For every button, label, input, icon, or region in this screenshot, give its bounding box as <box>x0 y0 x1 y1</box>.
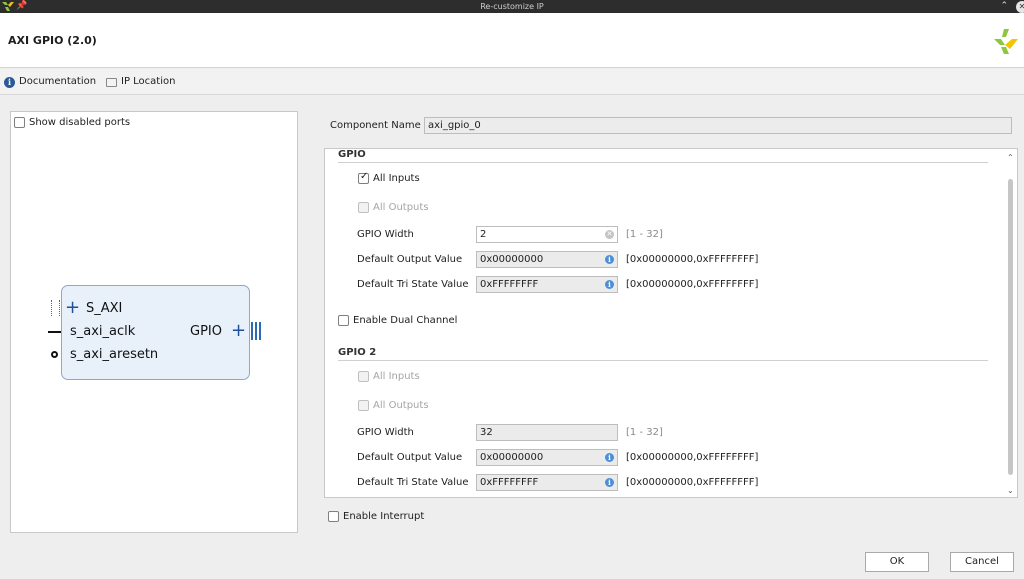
component-name-label: Component Name <box>330 120 421 131</box>
show-disabled-ports-option[interactable]: Show disabled ports <box>14 117 130 128</box>
gpio2-all-inputs-checkbox <box>358 371 369 382</box>
gpio2-default-output-value: 0x00000000 <box>480 452 544 463</box>
enable-interrupt-checkbox[interactable] <box>328 511 339 522</box>
window-title: Re-customize IP <box>480 2 544 11</box>
gpio2-width-value: 32 <box>480 427 493 438</box>
ok-button[interactable]: OK <box>865 552 929 572</box>
collapse-chevron-icon[interactable]: ⌃ <box>1000 0 1008 13</box>
port-gpio: GPIO <box>190 324 222 339</box>
gpio2-default-output-range: [0x00000000,0xFFFFFFFF] <box>626 452 759 463</box>
gpio-width-range: [1 - 32] <box>626 229 663 240</box>
gpio-width-field[interactable]: 2 ✕ <box>476 226 618 243</box>
gpio2-default-tri-range: [0x00000000,0xFFFFFFFF] <box>626 477 759 488</box>
toolbar: i Documentation IP Location <box>0 69 1024 95</box>
info-icon[interactable]: i <box>605 280 614 289</box>
gpio-all-inputs-checkbox[interactable] <box>358 171 369 184</box>
cancel-button[interactable]: Cancel <box>950 552 1014 572</box>
gpio2-all-outputs-checkbox <box>358 400 369 411</box>
ip-location-button[interactable]: IP Location <box>106 75 175 89</box>
gpio-default-output-value: 0x00000000 <box>480 254 544 265</box>
enable-dual-channel-option[interactable]: Enable Dual Channel <box>338 315 457 326</box>
gpio2-all-inputs-label: All Inputs <box>373 371 420 382</box>
gpio-expand-plus-icon[interactable]: + <box>231 322 246 340</box>
gpio-section-divider <box>338 162 988 163</box>
documentation-label: Documentation <box>19 76 97 87</box>
info-icon: i <box>4 76 15 88</box>
gpio2-width-range: [1 - 32] <box>626 427 663 438</box>
gpio2-width-field: 32 <box>476 424 618 441</box>
gpio-default-output-field[interactable]: 0x00000000 i <box>476 251 618 268</box>
gpio-width-label: GPIO Width <box>357 229 414 240</box>
gpio2-all-outputs-label: All Outputs <box>373 400 429 411</box>
enable-dual-channel-checkbox[interactable] <box>338 315 349 326</box>
window-titlebar: 📌 Re-customize IP ⌃ ✕ <box>0 0 1024 13</box>
config-scrollbar[interactable]: ⌃ ⌄ <box>1007 153 1015 495</box>
enable-interrupt-label: Enable Interrupt <box>343 511 425 522</box>
scrollbar-thumb[interactable] <box>1008 179 1013 475</box>
gpio-default-tri-field[interactable]: 0xFFFFFFFF i <box>476 276 618 293</box>
gpio-config-panel: GPIO All Inputs All Outputs GPIO Width 2… <box>324 148 1018 498</box>
gpio-default-tri-label: Default Tri State Value <box>357 279 469 290</box>
ip-title: AXI GPIO (2.0) <box>8 34 97 47</box>
port-s-axi-aclk: s_axi_aclk <box>70 324 136 339</box>
gpio-width-value: 2 <box>480 229 487 240</box>
documentation-menu[interactable]: i Documentation <box>4 75 96 89</box>
gpio2-default-output-field[interactable]: 0x00000000 i <box>476 449 618 466</box>
close-window-button[interactable]: ✕ <box>1016 1 1024 13</box>
component-name-field[interactable]: axi_gpio_0 <box>424 117 1012 134</box>
gpio-all-inputs-option[interactable]: All Inputs <box>358 171 420 184</box>
gpio-all-outputs-checkbox <box>358 202 369 213</box>
port-s-axi-aresetn: s_axi_aresetn <box>70 347 159 362</box>
show-disabled-ports-checkbox[interactable] <box>14 117 25 128</box>
gpio2-default-output-label: Default Output Value <box>357 452 463 463</box>
gpio2-default-tri-label: Default Tri State Value <box>357 477 469 488</box>
folder-icon <box>106 77 117 87</box>
s-axi-aclk-port-stub <box>48 331 62 333</box>
gpio-section-title: GPIO <box>338 149 366 160</box>
gpio-bus-port-stub <box>251 322 261 340</box>
gpio2-default-tri-value: 0xFFFFFFFF <box>480 477 539 488</box>
gpio-all-outputs-option: All Outputs <box>358 202 429 213</box>
ip-location-label: IP Location <box>121 76 176 87</box>
gpio-default-output-range: [0x00000000,0xFFFFFFFF] <box>626 254 759 265</box>
port-s-axi: S_AXI <box>86 301 123 316</box>
info-icon[interactable]: i <box>605 478 614 487</box>
gpio2-all-inputs-option: All Inputs <box>358 371 420 382</box>
gpio-default-tri-value: 0xFFFFFFFF <box>480 279 539 290</box>
gpio-default-tri-range: [0x00000000,0xFFFFFFFF] <box>626 279 759 290</box>
axi-gpio-block[interactable]: + S_AXI s_axi_aclk s_axi_aresetn GPIO + <box>61 285 250 380</box>
gpio2-default-tri-field[interactable]: 0xFFFFFFFF i <box>476 474 618 491</box>
scroll-down-icon[interactable]: ⌄ <box>1007 486 1014 495</box>
ip-symbol-panel: Show disabled ports + S_AXI s_axi_aclk s… <box>10 111 298 533</box>
enable-interrupt-option[interactable]: Enable Interrupt <box>328 511 424 522</box>
gpio2-section-divider <box>338 360 988 361</box>
gpio2-all-outputs-option: All Outputs <box>358 400 429 411</box>
s-axi-bus-port-stub <box>51 300 60 316</box>
gpio-default-output-label: Default Output Value <box>357 254 463 265</box>
dialog-header: AXI GPIO (2.0) <box>0 13 1024 68</box>
gpio-all-outputs-label: All Outputs <box>373 202 429 213</box>
info-icon[interactable]: i <box>605 453 614 462</box>
show-disabled-ports-label: Show disabled ports <box>29 117 131 128</box>
enable-dual-channel-label: Enable Dual Channel <box>353 315 458 326</box>
s-axi-expand-plus-icon[interactable]: + <box>65 299 80 317</box>
info-icon[interactable]: i <box>605 255 614 264</box>
s-axi-aresetn-inverted-bubble <box>51 351 58 358</box>
vivado-brand-logo-icon <box>994 29 1018 54</box>
gpio2-width-label: GPIO Width <box>357 427 414 438</box>
clear-field-icon[interactable]: ✕ <box>605 230 614 239</box>
gpio-all-inputs-label: All Inputs <box>373 173 420 184</box>
gpio2-section-title: GPIO 2 <box>338 347 377 358</box>
scroll-up-icon[interactable]: ⌃ <box>1007 153 1014 162</box>
